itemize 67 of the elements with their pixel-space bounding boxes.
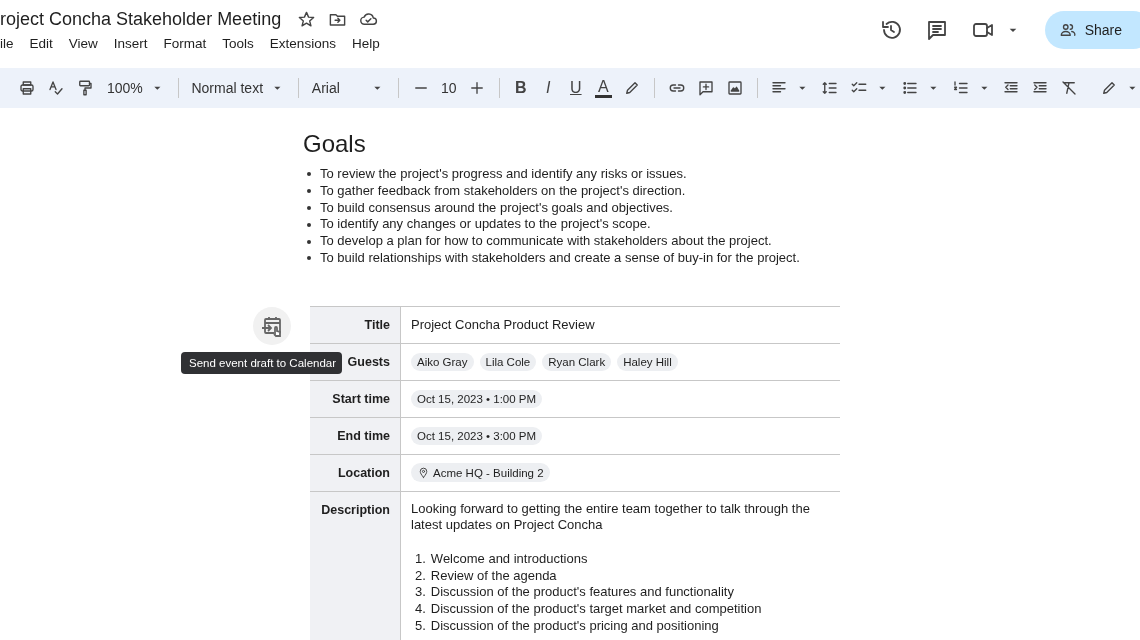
zoom-dropdown[interactable]: 100% bbox=[107, 80, 143, 96]
bullet-icon bbox=[307, 256, 311, 261]
agenda-item: Discussion of the product's features and functionality bbox=[430, 584, 734, 602]
menu-item[interactable]: Insert bbox=[113, 33, 155, 51]
description-text: Looking forward to getting the entire team together to talk through the latest updates on Project Concha bbox=[411, 500, 811, 534]
menu-item[interactable]: View bbox=[68, 33, 105, 51]
text-color-button[interactable]: A bbox=[595, 78, 612, 98]
underline-button[interactable]: U bbox=[567, 79, 585, 97]
chip[interactable]: Ryan Clark bbox=[542, 352, 612, 371]
agenda-item: Discussion of the product's pricing and positioning bbox=[430, 617, 719, 635]
event-title: Project Concha Product Review bbox=[411, 317, 595, 333]
list-number: 5. bbox=[415, 617, 426, 635]
chip[interactable]: Oct 15, 2023 • 3:00 PM bbox=[411, 426, 543, 445]
star-icon[interactable] bbox=[297, 9, 317, 29]
bold-button[interactable]: B bbox=[512, 79, 529, 97]
agenda-item: Welcome and introductions bbox=[430, 550, 588, 568]
chip[interactable]: Oct 15, 2023 • 1:00 PM bbox=[411, 389, 543, 408]
goal-text: To build relationships with stakeholders and create a sense of buy-in for the project. bbox=[320, 250, 800, 267]
paint-roller-icon[interactable] bbox=[76, 79, 94, 97]
goal-text: To gather feedback from stakeholders on the project's direction. bbox=[320, 182, 686, 200]
agenda-item: Review of the agenda bbox=[430, 567, 557, 585]
style-dropdown[interactable]: Normal text bbox=[191, 80, 264, 96]
print-icon[interactable] bbox=[18, 79, 36, 97]
heading: Goals bbox=[303, 130, 367, 158]
goal-text: To review the project's progress and identify any risks or issues. bbox=[320, 166, 687, 183]
goal-text: To build consensus around the project's goals and objectives. bbox=[320, 199, 673, 217]
calendar-button[interactable] bbox=[253, 306, 291, 345]
font-dropdown[interactable]: Arial bbox=[311, 80, 364, 96]
italic-button[interactable]: I bbox=[540, 79, 557, 97]
menu-item[interactable]: Extensions bbox=[269, 33, 343, 51]
document-title[interactable]: roject Concha Stakeholder Meeting bbox=[0, 8, 282, 30]
image-icon[interactable] bbox=[725, 79, 744, 97]
menu-item[interactable]: ile bbox=[0, 33, 21, 51]
share-button[interactable]: Share bbox=[1044, 11, 1140, 49]
bullet-icon bbox=[307, 222, 311, 227]
chip[interactable]: Haley Hill bbox=[617, 352, 678, 371]
people-icon bbox=[1058, 21, 1077, 39]
field-label: Title bbox=[310, 306, 401, 343]
agenda-item: Discussion of the product's target market and competition bbox=[430, 601, 762, 618]
goal-text: To identify any changes or updates to the project's scope. bbox=[320, 216, 651, 234]
font-size-field[interactable]: 10 bbox=[440, 80, 457, 96]
menu-item[interactable]: Edit bbox=[29, 33, 60, 51]
chip[interactable]: Aiko Gray bbox=[411, 352, 474, 371]
tooltip: Send event draft to Calendar bbox=[181, 351, 343, 374]
list-number: 1. bbox=[415, 550, 426, 568]
field-label: Location bbox=[310, 454, 401, 491]
chip[interactable]: Lila Cole bbox=[479, 352, 537, 371]
pin-icon bbox=[417, 466, 430, 480]
field-label: Start time bbox=[310, 380, 401, 417]
goal-text: To develop a plan for how to communicate with stakeholders about the project. bbox=[320, 233, 772, 250]
bulleted-list-icon[interactable] bbox=[900, 79, 919, 97]
line-spacing-icon[interactable] bbox=[821, 79, 840, 97]
bullet-icon bbox=[307, 239, 311, 244]
location-chip[interactable]: Acme HQ - Building 2 bbox=[411, 463, 550, 483]
bullet-icon bbox=[307, 172, 311, 177]
spellcheck-icon[interactable] bbox=[47, 79, 65, 97]
menu-item[interactable]: Tools bbox=[222, 33, 261, 51]
menu-item[interactable]: Format bbox=[163, 33, 214, 51]
list-number: 3. bbox=[415, 584, 426, 602]
field-label: End time bbox=[310, 417, 401, 454]
list-number: 4. bbox=[415, 601, 426, 618]
list-number: 2. bbox=[415, 567, 426, 585]
bullet-icon bbox=[307, 189, 311, 194]
add-comment-icon[interactable] bbox=[696, 79, 715, 97]
field-label: Description bbox=[310, 491, 401, 640]
menu-item[interactable]: Help bbox=[351, 33, 387, 51]
bullet-icon bbox=[307, 206, 311, 210]
